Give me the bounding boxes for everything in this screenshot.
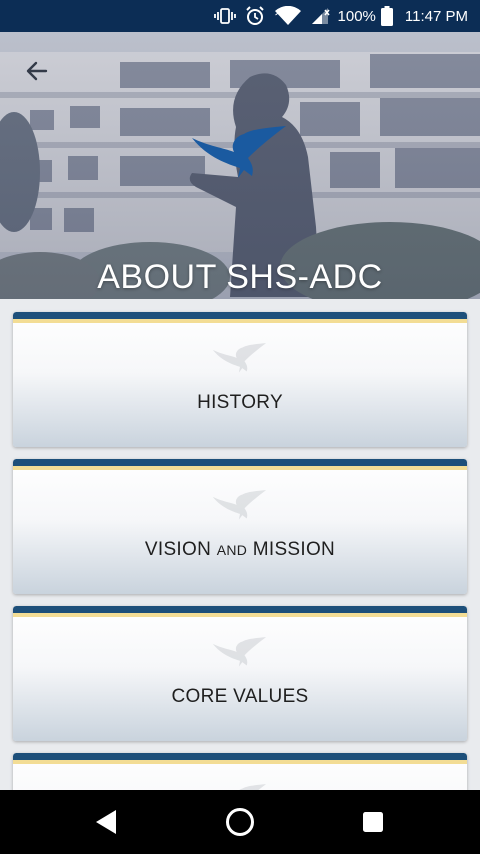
nav-home-button[interactable] — [224, 806, 256, 838]
card-accent-bar — [13, 459, 467, 466]
page-title: ABOUT SHS-ADC — [97, 258, 383, 296]
nav-home-icon — [226, 808, 254, 836]
cellular-signal-icon — [310, 6, 330, 26]
eagle-watermark-icon — [212, 490, 267, 520]
eagle-logo-icon — [192, 126, 286, 178]
card-accent-bar — [13, 760, 467, 764]
card-accent-bar — [13, 753, 467, 760]
card-label: HISTORY — [197, 392, 283, 413]
wifi-icon — [274, 6, 302, 26]
navigation-bar — [0, 790, 480, 854]
eagle-watermark-icon — [212, 343, 267, 373]
nav-recents-button[interactable] — [357, 806, 389, 838]
partial-card[interactable] — [13, 753, 467, 790]
hero-header: ABOUT SHS-ADC — [0, 32, 480, 299]
vision-and-mission-card[interactable]: VISION AND MISSION — [13, 459, 467, 594]
card-accent-bar — [13, 312, 467, 319]
arrow-left-icon — [26, 61, 48, 81]
nav-back-button[interactable] — [90, 806, 122, 838]
nav-recents-icon — [363, 812, 383, 832]
core-values-card[interactable]: CORE VALUES — [13, 606, 467, 741]
eagle-watermark-icon — [212, 637, 267, 667]
card-label-part: AND — [216, 542, 248, 558]
card-accent-bar — [13, 466, 467, 470]
nav-back-icon — [96, 810, 116, 834]
alarm-icon — [244, 6, 266, 26]
history-card[interactable]: HISTORY — [13, 312, 467, 447]
card-label-part: MISSION — [247, 539, 336, 560]
card-accent-bar — [13, 606, 467, 613]
eagle-watermark-icon — [239, 784, 267, 790]
vibrate-icon — [213, 7, 236, 25]
status-bar: 100% 11:47 PM — [0, 0, 480, 32]
back-button[interactable] — [20, 54, 54, 88]
card-accent-bar — [13, 319, 467, 323]
battery-icon — [380, 6, 393, 26]
about-menu-list: HISTORY VISION AND MISSION CORE VALUES — [0, 299, 480, 790]
clock: 11:47 PM — [404, 7, 468, 25]
card-accent-bar — [13, 613, 467, 617]
card-label: CORE VALUES — [171, 686, 309, 707]
battery-percent: 100% — [337, 7, 376, 25]
card-label: VISION AND MISSION — [13, 539, 467, 561]
card-label-part: VISION — [144, 539, 217, 560]
